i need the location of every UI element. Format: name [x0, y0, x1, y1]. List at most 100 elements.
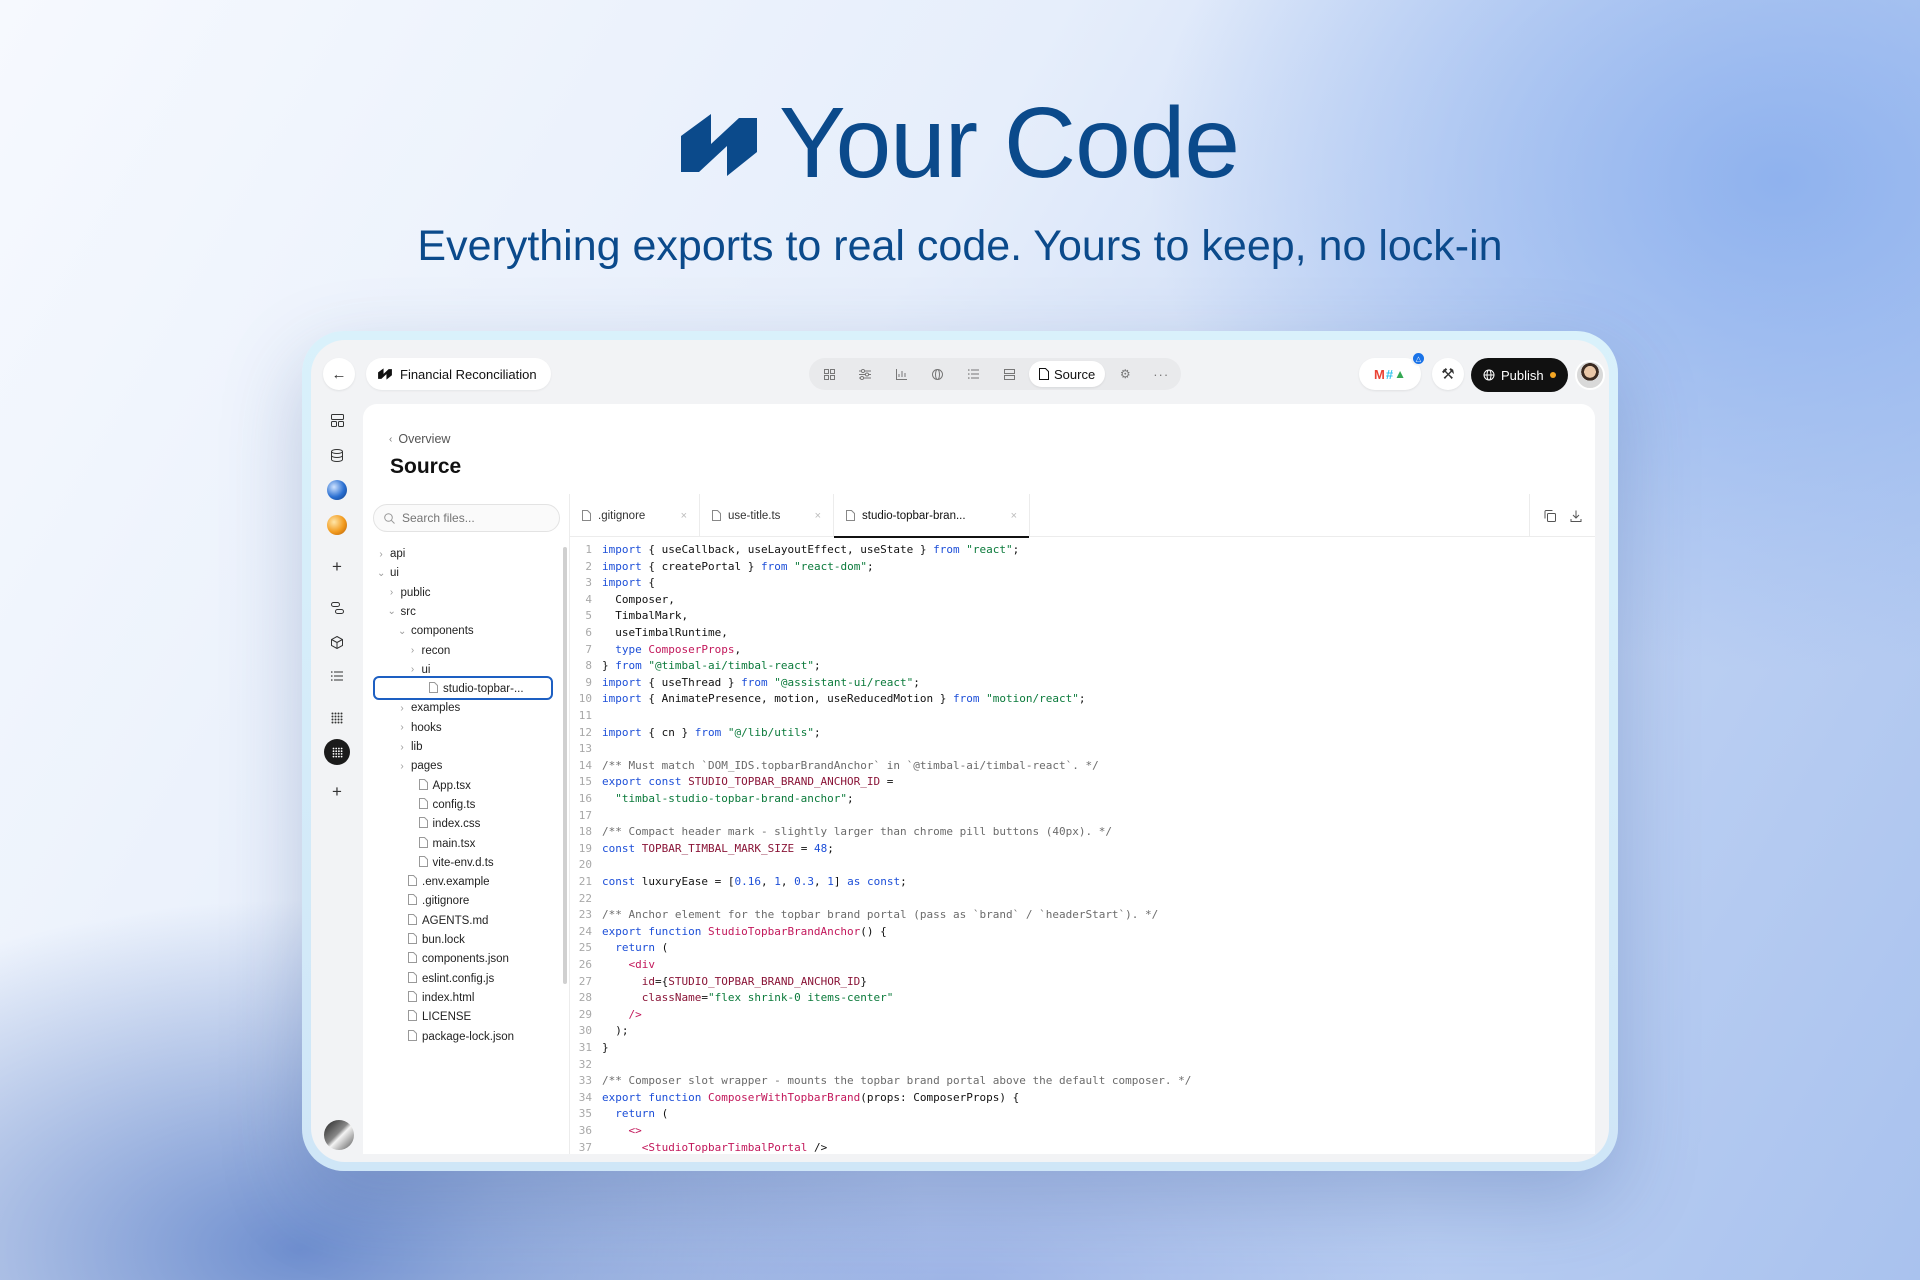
tools-button[interactable]: ⚒ — [1432, 358, 1464, 390]
file-search[interactable] — [373, 504, 560, 532]
rail-agent-orange[interactable] — [323, 511, 351, 539]
code-line: 35 return ( — [570, 1106, 669, 1122]
code-line: 16 "timbal-studio-topbar-brand-anchor"; — [570, 791, 854, 807]
code-token: export function — [602, 1090, 702, 1104]
code-line: 29 /> — [570, 1007, 642, 1023]
user-avatar[interactable] — [1575, 360, 1605, 390]
code-token: <StudioTopbarTimbalPortal — [641, 1140, 808, 1154]
close-icon[interactable]: × — [815, 510, 821, 522]
chevron-right-icon: › — [400, 760, 404, 772]
settings-button[interactable]: ⚙ — [1109, 361, 1141, 387]
workflow-icon — [330, 602, 344, 614]
code-token: ] — [833, 875, 848, 888]
file-icon — [408, 894, 417, 908]
copy-icon[interactable] — [1544, 509, 1556, 522]
code-line: 20 — [570, 857, 602, 873]
rail-apps-button[interactable] — [323, 704, 351, 732]
rail-agent-blue[interactable] — [323, 476, 351, 504]
tree-item-label: .env.example — [422, 876, 490, 889]
code-token: StudioTopbarBrandAnchor — [707, 924, 861, 938]
back-button[interactable]: ← — [323, 358, 355, 390]
line-number: 10 — [578, 692, 592, 706]
rail-layout-button[interactable] — [323, 406, 351, 434]
tree-item-label: AGENTS.md — [422, 914, 489, 927]
tree-item-label: public — [400, 586, 431, 599]
sliders-view-button[interactable] — [849, 361, 881, 387]
tree-item-label: config.ts — [432, 798, 476, 811]
project-selector[interactable]: Financial Reconciliation — [366, 358, 551, 390]
rail-add-button[interactable]: + — [323, 553, 351, 581]
code-token: ); — [602, 1024, 629, 1038]
breadcrumb[interactable]: ‹ Overview — [389, 432, 450, 446]
code-editor[interactable]: 1 import { useCallback, useLayoutEffect, … — [570, 542, 1595, 1154]
tree-scrollbar[interactable] — [563, 547, 567, 984]
code-line: 4 Composer, — [570, 592, 674, 608]
file-code-icon — [846, 510, 855, 521]
line-number: 12 — [578, 725, 592, 739]
code-token: "timbal-studio-topbar-brand-anchor" — [615, 792, 848, 805]
rail-add-app-button[interactable]: + — [323, 778, 351, 806]
tree-item-label: api — [390, 548, 406, 560]
close-icon[interactable]: × — [1011, 510, 1017, 522]
stack-view-button[interactable] — [993, 361, 1025, 387]
tab-use-title[interactable]: use-title.ts × — [700, 494, 834, 537]
chart-view-button[interactable] — [885, 361, 917, 387]
code-token: "flex shrink-0 items-center" — [707, 991, 894, 1005]
tree-item-label: index.html — [422, 991, 475, 1004]
search-icon — [384, 512, 395, 524]
tree-item-label: hooks — [411, 721, 442, 734]
list-view-button[interactable] — [957, 361, 989, 387]
close-icon[interactable]: × — [681, 510, 687, 522]
code-token: 1 — [774, 875, 781, 888]
code-line: 9 import { useThread } from "@assistant-u… — [570, 675, 920, 691]
tab-studio-topbar[interactable]: studio-topbar-bran... × — [834, 494, 1030, 538]
code-line: 19 const TOPBAR_TIMBAL_MARK_SIZE = 48; — [570, 841, 834, 857]
tab-gitignore[interactable]: .gitignore × — [570, 494, 700, 537]
timbal-logo-icon — [378, 368, 392, 380]
rail-list-button[interactable] — [323, 662, 351, 690]
code-line: 31} — [570, 1040, 609, 1056]
line-number: 27 — [578, 974, 592, 988]
rail-database-button[interactable] — [323, 441, 351, 469]
code-line: 13 — [570, 741, 602, 757]
rail-workflow-button[interactable] — [323, 594, 351, 622]
code-token: } — [602, 659, 616, 673]
hammer-icon: ⚒ — [1441, 366, 1455, 383]
code-token: export const — [602, 775, 682, 789]
tab-source[interactable]: Source — [1029, 361, 1106, 387]
chevron-right-icon: › — [400, 702, 404, 714]
line-number: 14 — [578, 758, 592, 772]
code-token: from — [933, 543, 960, 556]
code-token: ; — [847, 792, 854, 805]
line-number: 33 — [578, 1074, 592, 1088]
code-line: 25 return ( — [570, 940, 669, 956]
line-number: 36 — [578, 1124, 592, 1137]
workspace-avatar[interactable] — [324, 1120, 354, 1150]
more-button[interactable]: ··· — [1145, 361, 1177, 387]
grid-icon — [823, 368, 835, 380]
globe-view-button[interactable] — [921, 361, 953, 387]
line-number: 28 — [578, 991, 592, 1005]
search-input[interactable] — [402, 511, 542, 525]
line-number: 29 — [578, 1007, 592, 1021]
grid-view-button[interactable] — [813, 361, 845, 387]
code-token: import — [602, 675, 642, 689]
code-token: "@/lib/utils" — [727, 725, 814, 739]
file-code-icon — [712, 510, 721, 521]
tree-file[interactable]: package-lock.json — [408, 1026, 514, 1048]
download-icon[interactable] — [1570, 510, 1582, 522]
line-number: 13 — [578, 742, 592, 756]
layout-icon — [330, 413, 344, 427]
code-line: 24 export function StudioTopbarBrandAncho… — [570, 924, 887, 940]
breadcrumb-overview[interactable]: Overview — [398, 432, 450, 446]
rail-package-button[interactable] — [323, 628, 351, 656]
code-token: 0.16 — [734, 875, 761, 888]
code-line: 33 /** Composer slot wrapper - mounts the… — [570, 1073, 1192, 1089]
publish-button[interactable]: Publish — [1471, 358, 1568, 392]
rail-apps-dark-button[interactable] — [323, 738, 351, 766]
